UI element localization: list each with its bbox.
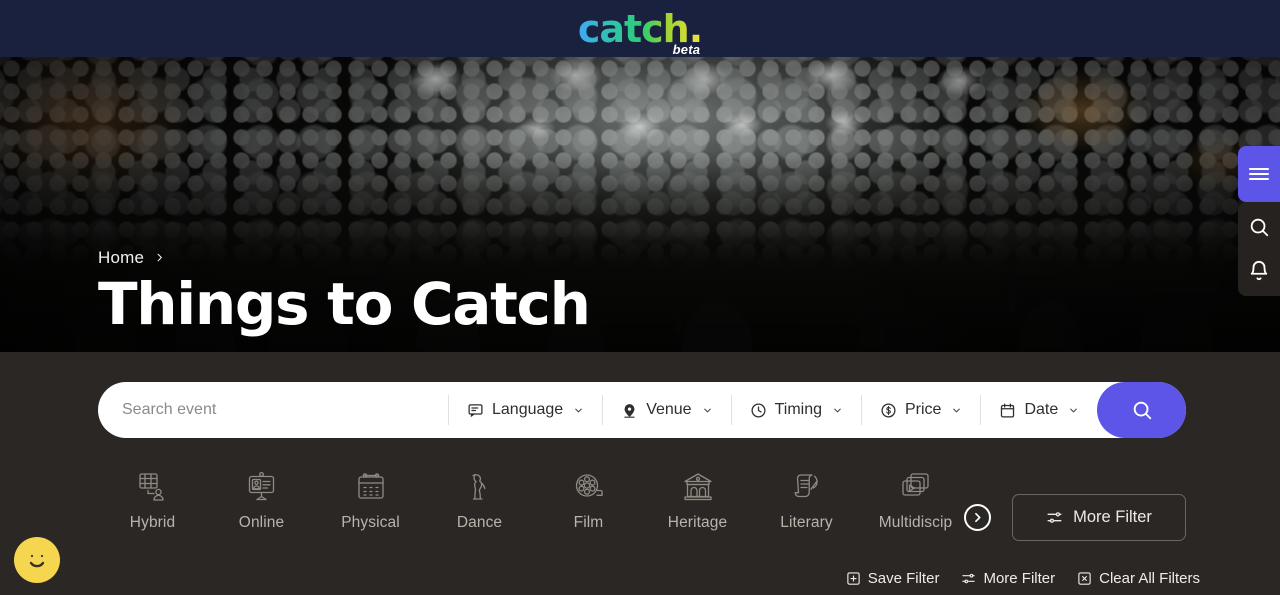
hero-banner: Home Things to Catch bbox=[0, 57, 1280, 352]
search-icon bbox=[1131, 399, 1153, 421]
search-button[interactable] bbox=[1097, 382, 1186, 438]
filter-label: Timing bbox=[774, 401, 822, 418]
chevron-down-icon bbox=[832, 405, 843, 416]
filter-timing[interactable]: Timing bbox=[732, 382, 861, 438]
search-bar: Language Venue Timing bbox=[98, 382, 1186, 438]
more-filter-label: More Filter bbox=[983, 570, 1056, 587]
chevron-down-icon bbox=[573, 405, 584, 416]
chevron-right-icon bbox=[971, 511, 984, 524]
more-filter-label: More Filter bbox=[1073, 508, 1152, 526]
filter-label: Language bbox=[492, 401, 564, 418]
hamburger-menu-button[interactable] bbox=[1238, 146, 1280, 202]
scroll-quill-icon bbox=[790, 470, 824, 504]
category-label: Multidiscip bbox=[878, 514, 953, 531]
category-label: Dance bbox=[456, 514, 503, 531]
filter-label: Date bbox=[1024, 401, 1059, 418]
filter-label: Price bbox=[905, 401, 942, 418]
category-multidisciplinary[interactable]: Multidiscip bbox=[861, 470, 970, 532]
category-literary[interactable]: Literary bbox=[752, 470, 861, 532]
filter-label: Venue bbox=[646, 401, 692, 418]
filter-date[interactable]: Date bbox=[981, 382, 1097, 438]
category-dance[interactable]: Dance bbox=[425, 470, 534, 532]
media-stack-icon bbox=[899, 470, 933, 504]
more-filter-button[interactable]: More Filter bbox=[1012, 494, 1186, 541]
physical-calendar-icon bbox=[354, 470, 388, 504]
dollar-circle-icon bbox=[880, 402, 897, 419]
search-icon[interactable] bbox=[1248, 216, 1270, 238]
chevron-down-icon bbox=[951, 405, 962, 416]
heritage-building-icon bbox=[681, 470, 715, 504]
tune-sliders-icon bbox=[961, 571, 976, 586]
category-label: Hybrid bbox=[129, 514, 176, 531]
category-label: Online bbox=[238, 514, 285, 531]
breadcrumb-home[interactable]: Home bbox=[98, 248, 144, 268]
calendar-icon bbox=[999, 402, 1016, 419]
category-label: Literary bbox=[780, 514, 833, 531]
category-hybrid[interactable]: Hybrid bbox=[98, 470, 207, 532]
online-icon bbox=[245, 470, 279, 504]
category-label: Physical bbox=[341, 514, 400, 531]
carousel-next-button[interactable] bbox=[964, 504, 991, 531]
square-plus-icon bbox=[846, 571, 861, 586]
category-carousel[interactable]: Hybrid Online Physical Dance Film Herita… bbox=[98, 470, 978, 546]
filter-price[interactable]: Price bbox=[862, 382, 980, 438]
category-film[interactable]: Film bbox=[534, 470, 643, 532]
tune-sliders-icon bbox=[1046, 509, 1063, 526]
clock-icon bbox=[750, 402, 767, 419]
category-heritage[interactable]: Heritage bbox=[643, 470, 752, 532]
bell-icon[interactable] bbox=[1248, 260, 1270, 282]
category-label: Heritage bbox=[667, 514, 728, 531]
chevron-down-icon bbox=[1068, 405, 1079, 416]
save-filter-label: Save Filter bbox=[867, 570, 940, 587]
category-online[interactable]: Online bbox=[207, 470, 316, 532]
app-logo[interactable]: catch. beta bbox=[578, 10, 703, 56]
page-title: Things to Catch bbox=[98, 269, 591, 338]
chevron-down-icon bbox=[702, 405, 713, 416]
clear-all-filters-button[interactable]: Clear All Filters bbox=[1077, 570, 1200, 587]
right-rail-actions bbox=[1238, 202, 1280, 296]
save-filter-button[interactable]: Save Filter bbox=[846, 570, 940, 587]
filter-language[interactable]: Language bbox=[449, 382, 602, 438]
feedback-smiley-button[interactable] bbox=[14, 537, 60, 583]
film-reel-icon bbox=[572, 470, 606, 504]
category-label: Film bbox=[573, 514, 604, 531]
top-header-bar: catch. beta bbox=[0, 0, 1280, 57]
category-physical[interactable]: Physical bbox=[316, 470, 425, 532]
square-x-icon bbox=[1077, 571, 1092, 586]
hamburger-menu-icon bbox=[1249, 165, 1269, 183]
chat-bubble-icon bbox=[467, 402, 484, 419]
clear-all-filters-label: Clear All Filters bbox=[1099, 570, 1200, 587]
location-pin-icon bbox=[621, 402, 638, 419]
right-side-rail bbox=[1238, 146, 1280, 296]
search-input[interactable] bbox=[98, 401, 448, 419]
more-filter-link[interactable]: More Filter bbox=[961, 570, 1055, 587]
breadcrumb: Home bbox=[98, 248, 590, 268]
chevron-right-icon bbox=[154, 252, 165, 263]
filter-actions-bar: Save Filter More Filter Clear All Filter… bbox=[846, 570, 1200, 587]
logo-beta-badge: beta bbox=[672, 41, 701, 57]
hero-content: Home Things to Catch bbox=[98, 248, 591, 338]
hybrid-icon bbox=[136, 470, 170, 504]
dance-icon bbox=[463, 470, 497, 504]
filter-venue[interactable]: Venue bbox=[603, 382, 730, 438]
smiley-face-icon bbox=[20, 543, 54, 577]
